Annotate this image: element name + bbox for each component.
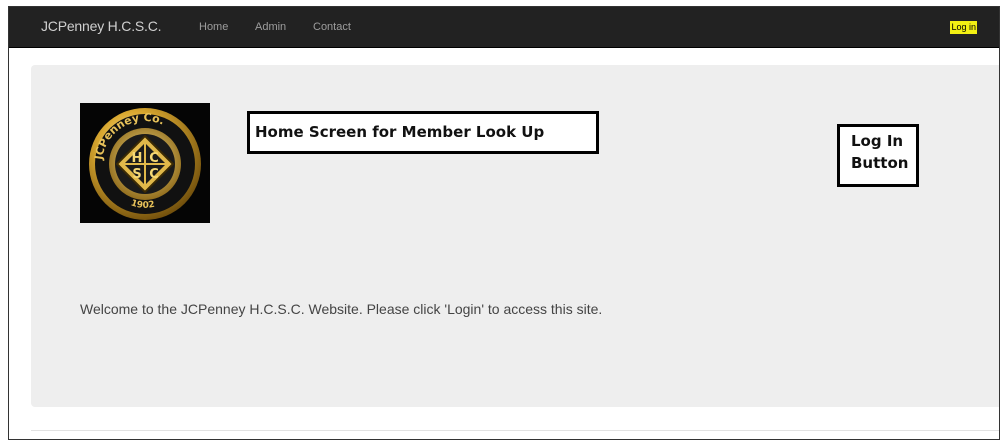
nav-contact-link[interactable]: Contact: [313, 21, 351, 33]
footer-divider: [31, 430, 999, 431]
jcpenney-emblem-icon: H C S C JCPenney Co. 1902: [89, 108, 201, 220]
emblem-c1: C: [149, 151, 159, 166]
emblem-h: H: [132, 151, 143, 166]
jumbotron: H C S C JCPenney Co. 1902 Home Screen fo…: [31, 65, 999, 407]
login-button-annotation: Log In Button: [837, 124, 919, 187]
nav-admin-link[interactable]: Admin: [255, 21, 286, 33]
emblem-c2: C: [149, 167, 159, 182]
nav-home-link[interactable]: Home: [199, 21, 228, 33]
emblem-s: S: [132, 167, 141, 182]
login-link[interactable]: Log in: [950, 21, 977, 34]
browser-frame: JCPenney H.C.S.C. Home Admin Contact Log…: [8, 6, 1000, 440]
top-navbar: JCPenney H.C.S.C. Home Admin Contact Log…: [9, 7, 999, 48]
welcome-message: Welcome to the JCPenney H.C.S.C. Website…: [80, 301, 603, 317]
login-annotation-line2: Button: [851, 154, 909, 172]
brand-link[interactable]: JCPenney H.C.S.C.: [41, 18, 162, 34]
hcsc-logo: H C S C JCPenney Co. 1902: [80, 103, 210, 223]
home-screen-annotation: Home Screen for Member Look Up: [247, 111, 599, 154]
login-annotation-line1: Log In: [851, 132, 904, 150]
